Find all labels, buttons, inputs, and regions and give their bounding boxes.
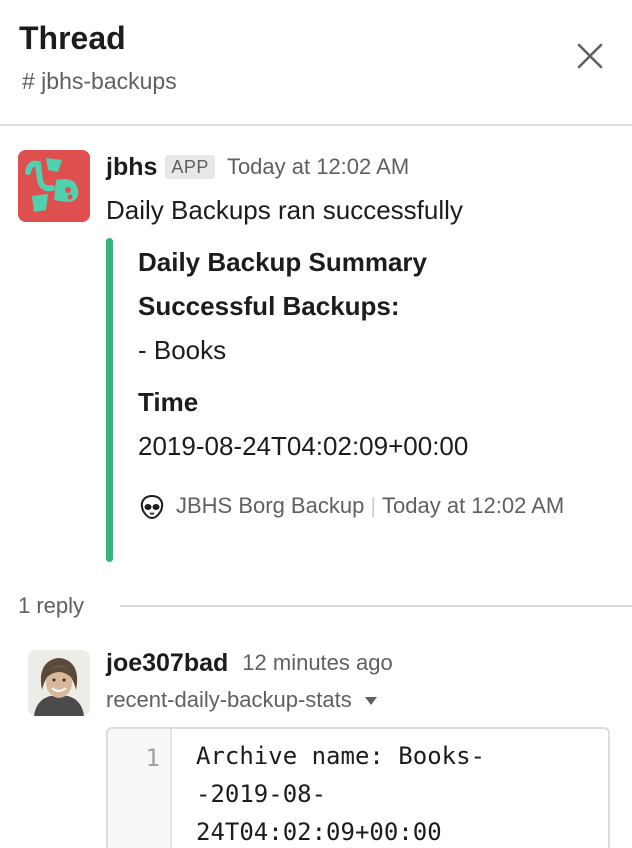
message-attachment: Daily Backup Summary Successful Backups:… [106,238,606,562]
reply-count[interactable]: 1 reply [18,590,84,622]
footer-source: JBHS Borg Backup [176,493,365,518]
attachment-footer: JBHS Borg Backup | Today at 12:02 AM [138,484,578,528]
snippet-title: recent-daily-backup-stats [106,687,352,712]
close-x-icon [577,43,603,69]
code-line: -2019-08- [196,780,327,808]
channel-link[interactable]: # jbhs-backups [22,66,177,96]
attachment-color-bar [106,238,113,562]
attachment-field-value: 2019-08-24T04:02:09+00:00 [138,431,469,461]
thread-header: Thread # jbhs-backups [0,0,632,126]
close-button[interactable] [572,38,608,74]
footer-time: Today at 12:02 AM [382,493,565,518]
thread-title: Thread [19,20,126,56]
jbhs-app-logo-icon [18,150,90,222]
attachment-field-label: Successful Backups: [138,291,400,321]
app-badge: APP [165,155,215,179]
user-photo-icon [28,650,90,716]
code-line: 24T04:02:09+00:00 [196,818,442,846]
code-line: Archive name: Books- [196,742,485,770]
line-number: 1 [145,744,160,772]
replies-divider [120,605,632,607]
alien-head-icon [138,493,166,521]
reply-meta: joe307bad 12 minutes ago [106,647,393,679]
snippet-title-button[interactable]: recent-daily-backup-stats [106,684,378,716]
sender-name[interactable]: jbhs [106,153,157,181]
message-timestamp[interactable]: Today at 12:02 AM [227,154,409,179]
caret-down-icon [364,696,378,706]
attachment-field-value: - Books [138,335,227,365]
attachment-title: Daily Backup Summary [138,247,428,277]
code-snippet[interactable]: 1 Archive name: Books- -2019-08- 24T04:0… [106,727,610,848]
message-meta: jbhs APP Today at 12:02 AM [106,151,409,183]
footer-separator: | [370,493,377,518]
message-text: Daily Backups ran successfully [106,195,463,225]
message-timestamp[interactable]: 12 minutes ago [242,650,392,675]
attachment-field-label: Time [138,387,199,417]
replies-divider-row: 1 reply [18,590,632,622]
line-number-gutter: 1 [108,729,172,848]
sender-name[interactable]: joe307bad [106,649,228,677]
user-avatar[interactable] [28,650,90,716]
jbhs-avatar[interactable] [18,150,90,222]
